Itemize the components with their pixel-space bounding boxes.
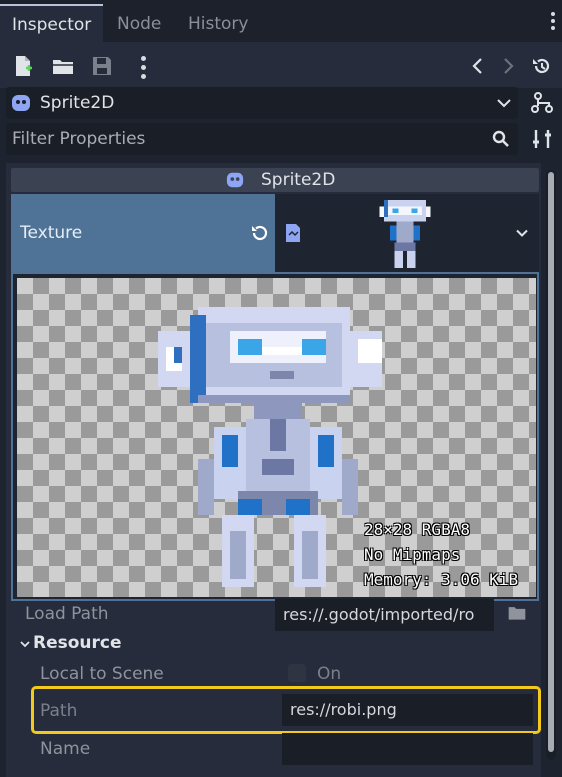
class-header: Sprite2D <box>11 168 539 192</box>
texture-thumbnail-robot-icon <box>379 200 431 268</box>
more-options-icon[interactable] <box>141 56 146 79</box>
name-field[interactable] <box>282 733 533 765</box>
compressed-texture-icon <box>286 224 300 242</box>
class-header-title: Sprite2D <box>261 170 336 190</box>
search-icon <box>492 130 509 147</box>
texture-property-label[interactable]: Texture <box>11 194 275 272</box>
robot-sprite-preview <box>158 307 382 587</box>
node-selector[interactable]: Sprite2D <box>6 87 518 119</box>
dock-menu-icon[interactable] <box>551 12 555 30</box>
sprite2d-class-icon <box>226 172 244 188</box>
texture-info-overlay: 28×28 RGBA8 No Mipmaps Memory: 3.06 KiB <box>364 517 518 592</box>
tab-history[interactable]: History <box>188 4 248 42</box>
tools-icon[interactable] <box>532 128 554 150</box>
texture-size-format: 28×28 RGBA8 <box>364 520 470 539</box>
revert-icon[interactable] <box>250 223 270 243</box>
path-highlight-box <box>31 686 541 734</box>
node-tree-icon[interactable] <box>530 91 554 115</box>
texture-memory: Memory: 3.06 KiB <box>364 570 519 589</box>
filter-placeholder: Filter Properties <box>12 129 146 149</box>
forward-arrow-icon[interactable] <box>496 54 520 78</box>
local-to-scene-label: Local to Scene <box>40 664 164 684</box>
new-resource-icon[interactable] <box>11 54 35 78</box>
texture-resource-picker[interactable] <box>275 194 539 272</box>
load-path-field[interactable]: res://.godot/imported/ro <box>275 599 494 631</box>
tab-node[interactable]: Node <box>117 4 161 42</box>
filter-properties-input[interactable]: Filter Properties <box>6 123 518 155</box>
local-to-scene-checkbox[interactable] <box>288 664 306 682</box>
folder-icon[interactable] <box>507 604 527 622</box>
dock-tab-bar: Inspector Node History <box>0 0 562 42</box>
local-to-scene-value: On <box>317 664 342 684</box>
load-path-label: Load Path <box>25 604 109 624</box>
scrollbar-thumb[interactable] <box>548 172 554 752</box>
chevron-down-icon <box>20 641 30 648</box>
chevron-down-icon <box>497 99 511 108</box>
name-label: Name <box>40 739 91 759</box>
resource-section-label: Resource <box>33 633 122 653</box>
chevron-down-icon[interactable] <box>515 228 529 238</box>
sprite2d-node-icon <box>12 95 30 111</box>
back-arrow-icon[interactable] <box>466 54 490 78</box>
texture-mipmaps: No Mipmaps <box>364 545 461 564</box>
tab-inspector[interactable]: Inspector <box>0 4 104 42</box>
texture-label-text: Texture <box>20 223 83 243</box>
node-selector-label: Sprite2D <box>40 93 115 113</box>
history-icon[interactable] <box>530 54 554 78</box>
save-icon[interactable] <box>90 54 114 78</box>
load-path-value: res://.godot/imported/ro <box>283 605 475 624</box>
open-folder-icon[interactable] <box>51 54 75 78</box>
